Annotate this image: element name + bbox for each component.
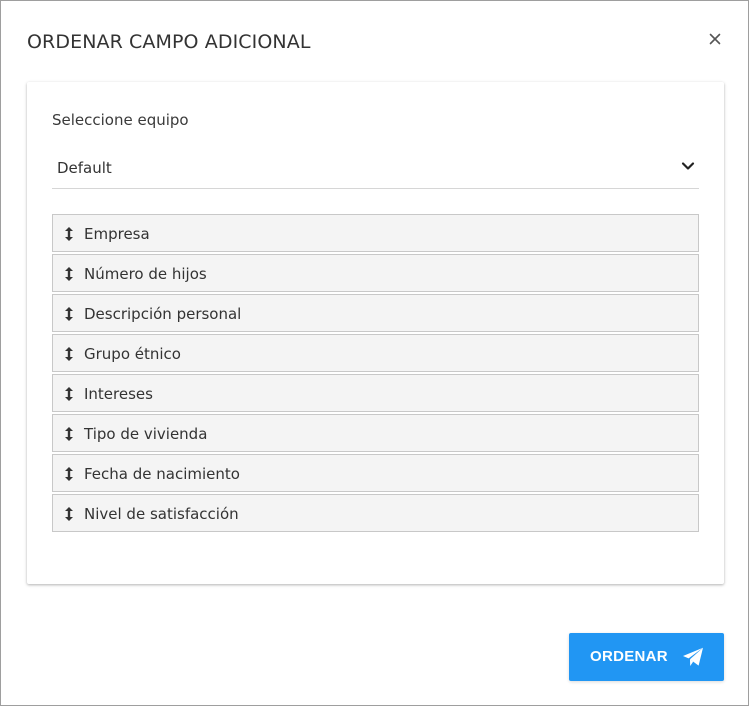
sortable-field-item[interactable]: Intereses (52, 374, 699, 412)
sortable-field-item[interactable]: Grupo étnico (52, 334, 699, 372)
send-icon (682, 647, 704, 667)
sort-panel: Seleccione equipo Default Empresa Número… (27, 82, 724, 584)
team-select-value: Default (57, 159, 112, 177)
order-button[interactable]: ORDENAR (569, 633, 724, 681)
field-label: Nivel de satisfacción (84, 505, 239, 523)
drag-handle-icon[interactable] (65, 427, 73, 441)
drag-handle-icon[interactable] (65, 307, 73, 321)
close-button[interactable] (705, 29, 725, 49)
drag-handle-icon[interactable] (65, 347, 73, 361)
close-icon (709, 33, 721, 45)
field-label: Descripción personal (84, 305, 242, 323)
team-select-label: Seleccione equipo (52, 111, 189, 129)
dialog-title: ORDENAR CAMPO ADICIONAL (27, 31, 311, 53)
chevron-down-icon (681, 162, 695, 170)
field-label: Tipo de vivienda (84, 425, 208, 443)
field-label: Empresa (84, 225, 150, 243)
sortable-field-item[interactable]: Nivel de satisfacción (52, 494, 699, 532)
field-label: Grupo étnico (84, 345, 181, 363)
sort-fields-dialog: ORDENAR CAMPO ADICIONAL Seleccione equip… (0, 0, 749, 706)
drag-handle-icon[interactable] (65, 507, 73, 521)
drag-handle-icon[interactable] (65, 467, 73, 481)
sortable-field-item[interactable]: Descripción personal (52, 294, 699, 332)
field-label: Fecha de nacimiento (84, 465, 240, 483)
sortable-field-item[interactable]: Fecha de nacimiento (52, 454, 699, 492)
sortable-field-item[interactable]: Número de hijos (52, 254, 699, 292)
sortable-field-item[interactable]: Empresa (52, 214, 699, 252)
drag-handle-icon[interactable] (65, 267, 73, 281)
field-label: Intereses (84, 385, 153, 403)
order-button-label: ORDENAR (590, 648, 668, 665)
field-label: Número de hijos (84, 265, 207, 283)
drag-handle-icon[interactable] (65, 387, 73, 401)
team-select[interactable]: Default (52, 152, 699, 189)
sortable-field-list: Empresa Número de hijos Descripción pers… (52, 214, 699, 532)
sortable-field-item[interactable]: Tipo de vivienda (52, 414, 699, 452)
drag-handle-icon[interactable] (65, 227, 73, 241)
